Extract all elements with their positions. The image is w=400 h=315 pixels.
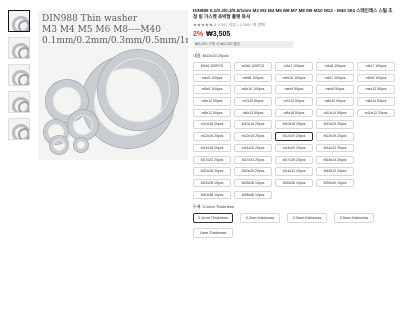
size-option-chip[interactable]: M14x22 20pcs [316,143,354,153]
size-option-chip[interactable]: m4x8 100pcs [316,62,354,71]
washer-shape [74,138,88,152]
size-option-chip[interactable]: mex13 50pcs [357,85,395,94]
thumbnail-list [8,10,32,145]
empty-cell [357,179,395,188]
size-option-chip[interactable]: m6x12 50pcs [193,97,231,106]
thickness-option-grid: 0.1mm Thickness 0.2mm thickness 0.3mm thic… [193,213,393,239]
size-option-chip[interactable]: M20x28 20pcs [193,167,231,176]
washer-shape [68,110,98,140]
main-product-image[interactable]: DIN988 Thin washer M3 M4 M5 M6 M8----M40… [38,10,188,160]
size-option-chip[interactable]: M18x24 20pcs [316,155,354,164]
size-option-chip[interactable]: m3x7 100pcs [275,62,313,71]
thickness-option-chip[interactable]: 0.1mm Thickness [193,213,233,224]
empty-cell [275,191,313,200]
thickness-option-label: 두께: 0.1mm Thickness [193,204,234,210]
size-option-chip[interactable]: M30x36 10pcs [275,178,313,188]
size-option-chip[interactable]: m10x18 20pcs [193,120,231,129]
thumbnail-4[interactable] [8,91,30,113]
size-option-chip[interactable]: m10x14 50pcs [316,108,354,118]
size-option-chip[interactable]: mex9 50pcs [275,85,313,94]
price: ₩3,505 [206,31,231,38]
size-option-chip[interactable]: m4x7 100pcs [357,62,395,71]
thickness-option-chip[interactable]: 0.3mm thickness [287,213,327,224]
size-option-chip[interactable]: m10x12 20pcs [357,108,395,118]
size-option-chip[interactable]: m14x20 20pcs [234,143,272,153]
size-option-chip[interactable]: m5x7 100pcs [316,73,354,83]
size-option-chip[interactable]: m3x6 100PCS [234,62,272,71]
price-row: 2% ₩3,505 [193,31,393,38]
size-option-chip[interactable]: m8x12 50pcs [193,108,231,118]
thickness-option-chip[interactable]: 0.2mm thickness [240,213,280,224]
size-option-chip[interactable]: m14x20 20pcs [275,143,313,153]
coupon-banner[interactable]: ₩3,000 구매 시 ₩4,000 할인 [193,41,293,48]
size-option-chip[interactable]: M14x12 20pcs [275,167,313,176]
thickness-option-chip[interactable]: 0.5mm thickness [334,213,374,224]
size-option-chip[interactable]: M40x48 10pcs [193,190,231,200]
size-option-chip[interactable]: M17x22 20pcs [193,155,231,164]
size-option-chip[interactable]: M10x18 20pcs [275,120,313,129]
size-option-chip[interactable]: m4x9 100pcs [193,73,231,83]
thumbnail-1[interactable] [8,10,30,32]
size-option-chip[interactable]: M10x16 20pcs [234,120,272,129]
empty-cell [357,132,395,141]
size-option-chip[interactable]: m5x10 100pcs [275,73,313,83]
product-info-panel: DIN988 0.1/0.2/0.3/0.5/1mm M2 M3 M4 M5 M… [193,8,395,239]
washer-shape [50,136,68,154]
empty-cell [357,156,395,165]
size-option-grid: M2x5 100PCS m3x6 100PCS m3x7 100pcs m4x8 10… [193,62,395,200]
size-option-chip[interactable]: m12x16 20pcs [193,132,231,141]
empty-cell [357,120,395,129]
thumbnail-2[interactable] [8,37,30,59]
size-option-chip[interactable]: M10x20 20pcs [316,120,354,129]
size-option-chip[interactable]: m5x9 100pcs [193,85,231,94]
image-overlay-text: DIN988 Thin washer M3 M4 M5 M6 M8----M40… [42,14,188,46]
size-option-chip[interactable]: M22x28 10pcs [193,178,231,188]
size-option-chip[interactable]: M14x18 20pcs [193,143,231,153]
size-option-chip[interactable]: m5x8 100pcs [234,73,272,83]
thumbnail-5[interactable] [8,118,30,140]
size-option-chip[interactable]: m7x10 50pcs [234,97,272,106]
size-option-chip[interactable]: M17x24 20pcs [234,155,272,164]
size-option-chip[interactable]: m8x16 50pcs [275,108,313,118]
empty-cell [316,191,354,200]
size-option-chip[interactable]: M20x29 20pcs [234,167,272,176]
size-option-chip[interactable]: M38x48 10pcs [234,190,272,200]
washer-shape [98,50,178,130]
size-option-chip[interactable]: m5x9 100pcs [357,73,395,83]
size-option-chip[interactable]: M17x28 20pcs [275,155,313,164]
size-option-chip[interactable]: M13x19 20pcs [316,132,354,141]
discount-badge: 2% [193,31,204,38]
thumbnail-3[interactable] [8,64,30,86]
empty-cell [357,191,395,200]
size-option-chip[interactable]: M12x20 20pcs [275,132,313,141]
product-title: DIN988 0.1/0.2/0.3/0.5/1mm M2 M3 M4 M5 M… [193,8,393,19]
size-option-chip[interactable]: M35x40 10pcs [316,178,354,188]
size-option-chip[interactable]: m8x10 50pcs [316,97,354,106]
size-option-chip[interactable]: M25x28 10pcs [234,178,272,188]
size-option-chip[interactable]: m12x18 20pcs [234,132,272,141]
size-option-chip[interactable]: m6x10 100pcs [234,85,272,94]
size-option-label: 내경: M12x20 20pcs [193,53,229,58]
rating-line[interactable]: ★★★★★ 4.9 347 리뷰 | 1,000+ 개 판매 [193,22,393,28]
size-option-chip[interactable]: m8x13 50pcs [234,108,272,118]
empty-cell [357,167,395,176]
thickness-option-chip[interactable]: 1mm Thickness [193,228,233,239]
size-option-chip[interactable]: mex8 50pcs [316,85,354,94]
empty-cell [357,144,395,153]
size-option-chip[interactable]: M2x5 100PCS [193,62,231,71]
size-option-chip[interactable]: m7x12 50pcs [275,97,313,106]
size-option-chip[interactable]: m8x14 50pcs [357,97,395,106]
size-option-chip[interactable]: M16x12 20pcs [316,167,354,176]
